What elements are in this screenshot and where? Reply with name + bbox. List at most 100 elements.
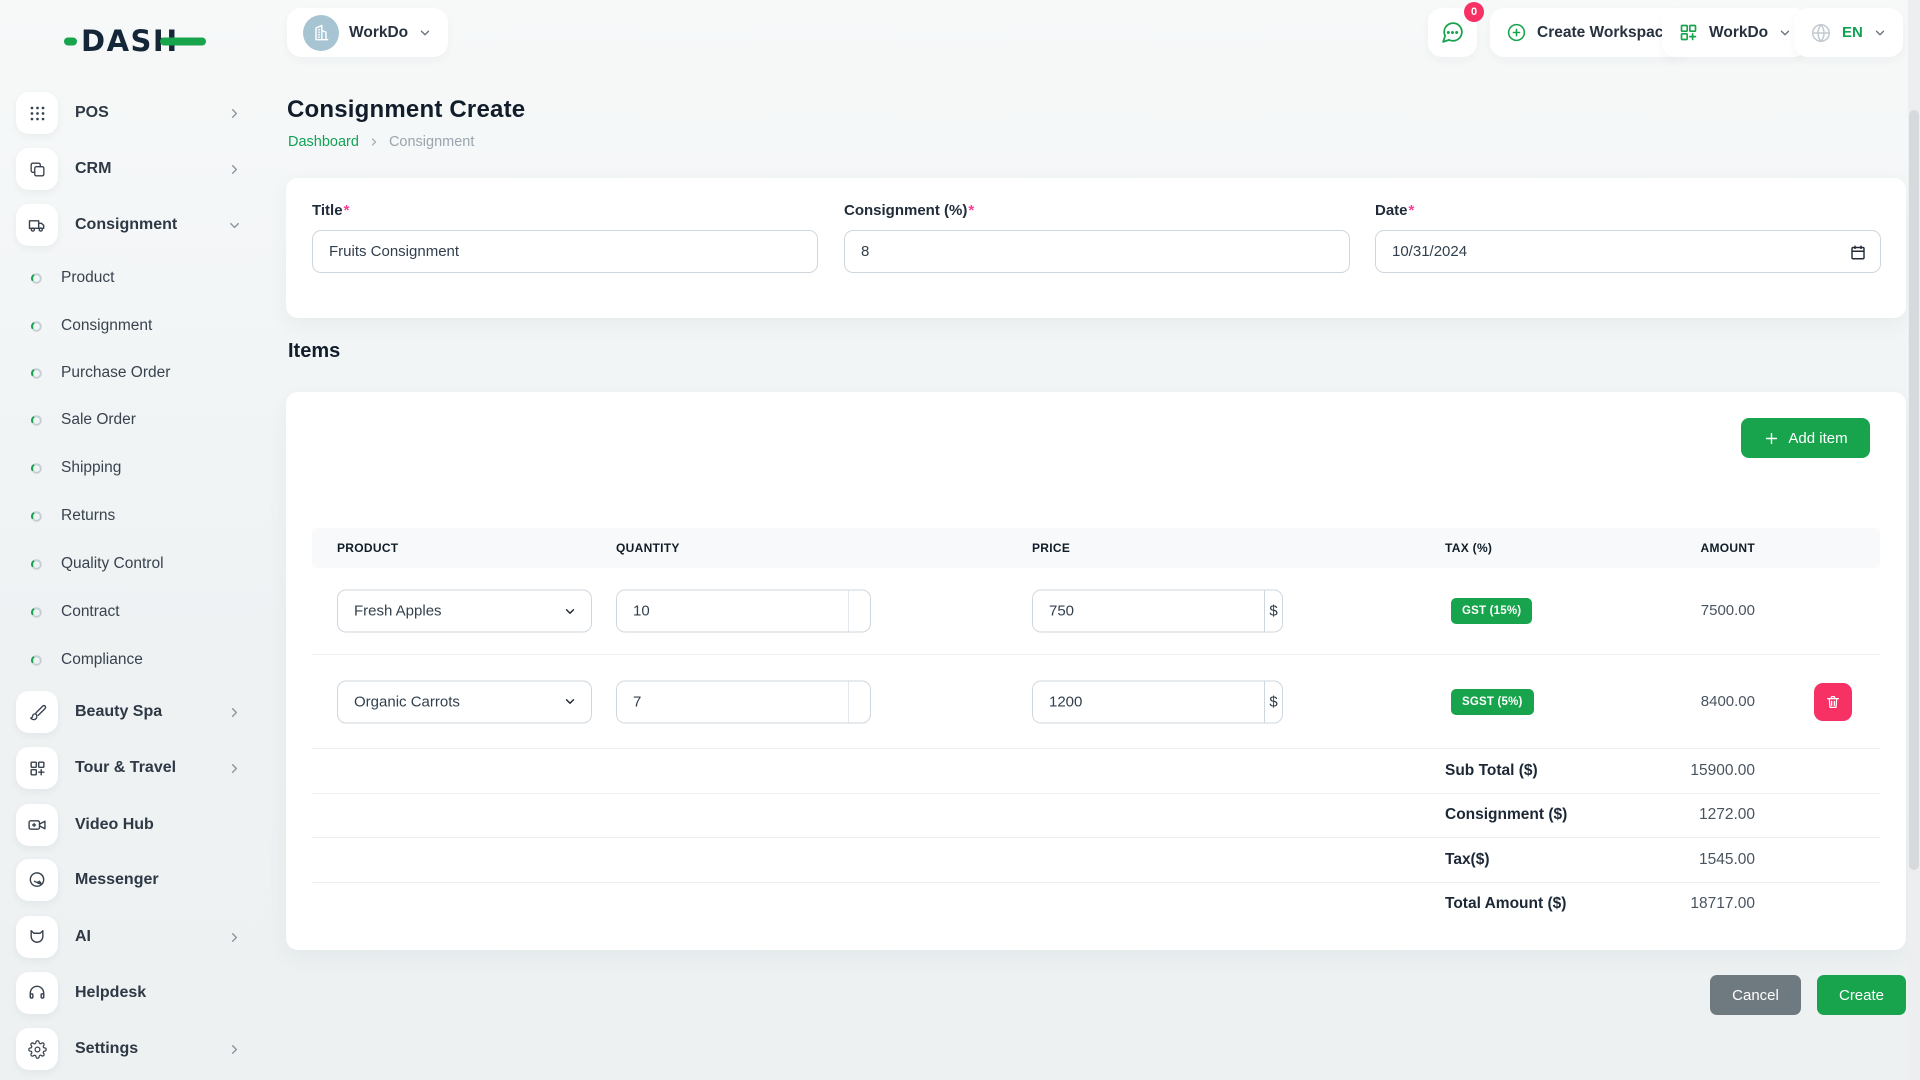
sidebar-item-messenger[interactable]: Messenger bbox=[16, 856, 244, 904]
delete-row-button[interactable] bbox=[1814, 682, 1852, 721]
tax-badge: GST (15%) bbox=[1451, 598, 1533, 624]
create-workspace-label: Create Workspace bbox=[1537, 23, 1672, 41]
calendar-icon[interactable] bbox=[1849, 243, 1867, 261]
row-amount: 8400.00 bbox=[1700, 692, 1755, 710]
sidebar-item-consignment[interactable]: Consignment bbox=[16, 201, 244, 249]
headset-icon bbox=[16, 972, 58, 1014]
messages-button[interactable]: 0 bbox=[1428, 2, 1484, 57]
product-select[interactable]: Fresh Apples bbox=[337, 589, 592, 633]
brush-icon bbox=[16, 691, 58, 733]
title-label: Title bbox=[312, 202, 818, 219]
sidebar-subitem-sale-order[interactable]: Sale Order bbox=[30, 400, 244, 440]
sidebar-subitem-product[interactable]: Product bbox=[30, 258, 244, 298]
workspace-switcher[interactable]: WorkDo bbox=[287, 8, 449, 57]
date-input[interactable] bbox=[1376, 231, 1880, 272]
bullet-icon bbox=[31, 367, 42, 379]
sidebar-item-tour-travel[interactable]: Tour & Travel bbox=[16, 744, 244, 792]
sidebar-item-helpdesk[interactable]: Helpdesk bbox=[16, 969, 244, 1017]
create-button[interactable]: Create bbox=[1817, 975, 1906, 1015]
language-code: EN bbox=[1842, 24, 1863, 41]
sidebar-item-ai[interactable]: AI bbox=[16, 913, 244, 961]
bullet-icon bbox=[31, 606, 42, 618]
chevron-down-icon bbox=[420, 30, 430, 35]
chevron-down-icon bbox=[565, 699, 575, 704]
truck-icon bbox=[16, 204, 58, 246]
column-header-quantity: QUANTITY bbox=[616, 541, 680, 555]
scrollbar-thumb[interactable] bbox=[1909, 110, 1919, 870]
chevron-right-icon bbox=[231, 108, 238, 118]
subtotal-row: Sub Total ($) 15900.00 bbox=[312, 748, 1880, 793]
bullet-icon bbox=[31, 462, 42, 474]
consignment-total-row: Consignment ($) 1272.00 bbox=[312, 792, 1880, 838]
breadcrumb-current: Consignment bbox=[388, 134, 475, 150]
breadcrumb: Dashboard Consignment bbox=[288, 134, 474, 150]
product-select[interactable]: Organic Carrots bbox=[337, 680, 592, 723]
chevron-right-icon bbox=[231, 932, 238, 942]
sidebar: POS CRM Consignment Product Consignment bbox=[0, 64, 260, 1080]
consignment-percent-label: Consignment (%) bbox=[844, 202, 1350, 219]
column-header-product: PRODUCT bbox=[337, 541, 399, 555]
chat-dots-icon bbox=[1442, 22, 1463, 43]
sidebar-subitem-contract[interactable]: Contract bbox=[30, 592, 244, 632]
vertical-scrollbar[interactable] bbox=[1908, 0, 1920, 1080]
workspace-avatar bbox=[303, 14, 339, 51]
chat-bubble-icon bbox=[16, 859, 58, 901]
item-row: Fresh Apples $ GST (15%) 7500 bbox=[312, 568, 1880, 654]
apps-menu-button[interactable]: WorkDo bbox=[1662, 8, 1809, 57]
building-icon bbox=[315, 24, 329, 40]
quantity-input[interactable] bbox=[617, 681, 848, 722]
breadcrumb-dashboard-link[interactable]: Dashboard bbox=[288, 134, 359, 150]
sidebar-subitem-consignment[interactable]: Consignment bbox=[30, 306, 244, 346]
chevron-right-icon bbox=[231, 763, 238, 773]
column-header-amount: AMOUNT bbox=[1700, 541, 1755, 555]
copy-icon bbox=[16, 148, 58, 190]
chevron-right-icon bbox=[371, 138, 377, 146]
sidebar-item-settings[interactable]: Settings bbox=[16, 1025, 244, 1073]
tax-badge: SGST (5%) bbox=[1451, 688, 1534, 715]
sidebar-item-pos[interactable]: POS bbox=[16, 89, 244, 137]
plus-circle-icon bbox=[1507, 23, 1526, 42]
sidebar-subitem-returns[interactable]: Returns bbox=[30, 496, 244, 536]
chevron-down-icon bbox=[565, 608, 575, 614]
items-heading: Items bbox=[288, 340, 341, 362]
price-input[interactable] bbox=[1033, 590, 1264, 632]
quantity-input[interactable] bbox=[617, 590, 848, 632]
grid-plus-icon bbox=[1680, 24, 1697, 41]
bullet-icon bbox=[31, 320, 42, 332]
sidebar-subitem-quality-control[interactable]: Quality Control bbox=[30, 544, 244, 584]
apps-menu-label: WorkDo bbox=[1709, 23, 1769, 41]
tax-total-row: Tax($) 1545.00 bbox=[312, 837, 1880, 882]
title-input[interactable] bbox=[313, 231, 817, 272]
price-input[interactable] bbox=[1033, 681, 1264, 722]
currency-addon: $ bbox=[1264, 681, 1282, 722]
item-row: Organic Carrots $ SGST (5%) 8 bbox=[312, 654, 1880, 748]
sidebar-subitem-shipping[interactable]: Shipping bbox=[30, 448, 244, 488]
add-item-button[interactable]: Add item bbox=[1741, 418, 1870, 458]
bullet-icon bbox=[31, 510, 42, 522]
bot-icon bbox=[16, 916, 58, 958]
video-camera-icon bbox=[16, 804, 58, 846]
language-selector[interactable]: EN bbox=[1794, 8, 1903, 57]
sidebar-item-crm[interactable]: CRM bbox=[16, 145, 244, 193]
bullet-icon bbox=[31, 272, 42, 284]
chevron-down-icon bbox=[1780, 30, 1790, 35]
number-spinner[interactable] bbox=[848, 590, 870, 632]
sidebar-subitem-purchase-order[interactable]: Purchase Order bbox=[30, 353, 244, 393]
bullet-icon bbox=[31, 654, 42, 666]
add-item-label: Add item bbox=[1788, 429, 1848, 447]
consignment-percent-input[interactable] bbox=[845, 231, 1349, 272]
create-workspace-button[interactable]: Create Workspace bbox=[1490, 8, 1688, 57]
number-spinner[interactable] bbox=[848, 681, 870, 722]
sidebar-item-video-hub[interactable]: Video Hub bbox=[16, 801, 244, 849]
chevron-down-icon bbox=[1875, 30, 1885, 35]
bullet-icon bbox=[31, 414, 42, 426]
gear-icon bbox=[16, 1028, 58, 1070]
consignment-form-card: Title Consignment (%) Date bbox=[286, 178, 1906, 318]
cancel-button[interactable]: Cancel bbox=[1710, 975, 1801, 1015]
chevron-right-icon bbox=[231, 707, 238, 717]
grid-dots-icon bbox=[16, 92, 58, 134]
page-title: Consignment Create bbox=[287, 96, 526, 123]
sidebar-subitem-compliance[interactable]: Compliance bbox=[30, 640, 244, 680]
sidebar-item-beauty-spa[interactable]: Beauty Spa bbox=[16, 688, 244, 736]
currency-addon: $ bbox=[1264, 590, 1282, 632]
